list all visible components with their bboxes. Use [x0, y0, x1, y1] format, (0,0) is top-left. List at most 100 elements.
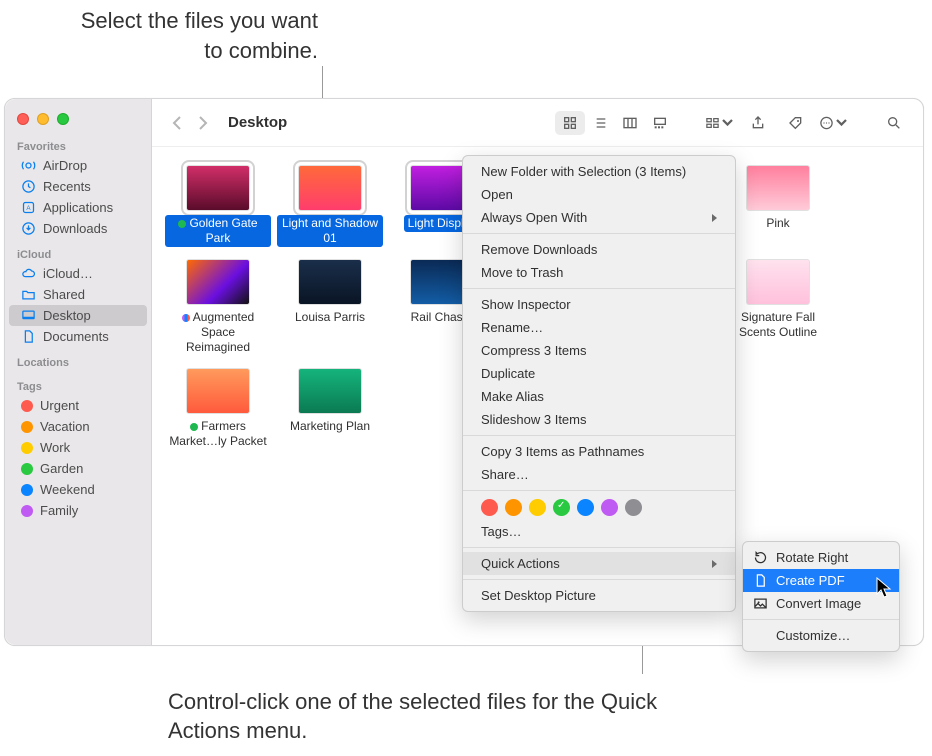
sidebar-item-airdrop[interactable]: AirDrop [9, 155, 147, 176]
desktop-icon [21, 308, 36, 323]
airdrop-icon [21, 158, 36, 173]
group-button[interactable] [705, 111, 735, 135]
sidebar-tag-family[interactable]: Family [9, 500, 147, 521]
main-area: Desktop Golden Gate Park [152, 99, 923, 645]
menu-separator [463, 233, 735, 234]
tag-color-gray[interactable] [625, 499, 642, 516]
icon-view-button[interactable] [555, 111, 585, 135]
file-item[interactable]: Golden Gate Park [162, 165, 274, 247]
submenu-item-customize[interactable]: Customize… [743, 624, 899, 647]
search-button[interactable] [879, 111, 909, 135]
sidebar-item-documents[interactable]: Documents [9, 326, 147, 347]
list-view-button[interactable] [585, 111, 615, 135]
menu-item-compress[interactable]: Compress 3 Items [463, 339, 735, 362]
callout-top: Select the files you want to combine. [68, 6, 318, 65]
menu-item-open[interactable]: Open [463, 183, 735, 206]
file-item[interactable]: Augmented Space Reimagined [162, 259, 274, 356]
sidebar-item-label: Vacation [40, 419, 90, 434]
sidebar-header-locations: Locations [5, 353, 151, 371]
tag-color-green[interactable] [553, 499, 570, 516]
menu-separator [463, 490, 735, 491]
tag-color-red[interactable] [481, 499, 498, 516]
sidebar-item-downloads[interactable]: Downloads [9, 218, 147, 239]
tag-color-yellow[interactable] [529, 499, 546, 516]
sidebar-item-label: iCloud… [43, 266, 93, 281]
back-button[interactable] [168, 114, 186, 132]
tag-dot-icon [190, 423, 198, 431]
file-item[interactable]: Louisa Parris [274, 259, 386, 326]
chevron-down-icon [720, 115, 735, 131]
minimize-window-button[interactable] [37, 113, 49, 125]
sidebar-item-desktop[interactable]: Desktop [9, 305, 147, 326]
sidebar-item-label: Weekend [40, 482, 95, 497]
sidebar-header-icloud: iCloud [5, 245, 151, 263]
column-view-button[interactable] [615, 111, 645, 135]
sidebar-item-shared[interactable]: Shared [9, 284, 147, 305]
menu-item-move-to-trash[interactable]: Move to Trash [463, 261, 735, 284]
menu-item-set-desktop-picture[interactable]: Set Desktop Picture [463, 584, 735, 607]
close-window-button[interactable] [17, 113, 29, 125]
sidebar-tag-garden[interactable]: Garden [9, 458, 147, 479]
toolbar: Desktop [152, 99, 923, 147]
sidebar-tag-weekend[interactable]: Weekend [9, 479, 147, 500]
folder-icon [21, 287, 36, 302]
sidebar-tag-work[interactable]: Work [9, 437, 147, 458]
menu-item-always-open-with[interactable]: Always Open With [463, 206, 735, 229]
menu-item-copy-pathnames[interactable]: Copy 3 Items as Pathnames [463, 440, 735, 463]
file-item[interactable]: Marketing Plan [274, 368, 386, 435]
zoom-window-button[interactable] [57, 113, 69, 125]
file-item[interactable]: Pink [722, 165, 834, 232]
tag-dot-icon [178, 220, 186, 228]
forward-button[interactable] [194, 114, 212, 132]
menu-item-rename[interactable]: Rename… [463, 316, 735, 339]
menu-separator [743, 619, 899, 620]
file-item[interactable]: Light and Shadow 01 [274, 165, 386, 247]
menu-item-show-inspector[interactable]: Show Inspector [463, 293, 735, 316]
tag-color-orange[interactable] [505, 499, 522, 516]
more-button[interactable] [819, 111, 849, 135]
menu-item-new-folder[interactable]: New Folder with Selection (3 Items) [463, 160, 735, 183]
sidebar-tag-vacation[interactable]: Vacation [9, 416, 147, 437]
tag-dot-icon [21, 505, 33, 517]
sidebar-header-tags: Tags [5, 377, 151, 395]
tag-dot-icon [21, 442, 33, 454]
tag-dot-icon [21, 421, 33, 433]
menu-separator [463, 288, 735, 289]
menu-separator [463, 435, 735, 436]
finder-window: Favorites AirDrop Recents A Applications… [4, 98, 924, 646]
file-label: Signature Fall Scents Outline [725, 309, 831, 341]
sidebar-tag-urgent[interactable]: Urgent [9, 395, 147, 416]
menu-item-remove-downloads[interactable]: Remove Downloads [463, 238, 735, 261]
file-thumbnail [298, 259, 362, 305]
gallery-view-button[interactable] [645, 111, 675, 135]
sidebar: Favorites AirDrop Recents A Applications… [5, 99, 152, 645]
tag-color-purple[interactable] [601, 499, 618, 516]
file-thumbnail [186, 259, 250, 305]
tag-dot-icon [182, 314, 190, 322]
file-label: Farmers Market…ly Packet [165, 418, 271, 450]
menu-item-tags[interactable]: Tags… [463, 520, 735, 543]
sidebar-item-recents[interactable]: Recents [9, 176, 147, 197]
sidebar-item-label: Family [40, 503, 78, 518]
tag-color-blue[interactable] [577, 499, 594, 516]
file-item[interactable]: Farmers Market…ly Packet [162, 368, 274, 450]
sidebar-item-applications[interactable]: A Applications [9, 197, 147, 218]
applications-icon: A [21, 200, 36, 215]
menu-item-quick-actions[interactable]: Quick Actions [463, 552, 735, 575]
menu-item-slideshow[interactable]: Slideshow 3 Items [463, 408, 735, 431]
clock-icon [21, 179, 36, 194]
file-label: Augmented Space Reimagined [165, 309, 271, 356]
menu-item-share[interactable]: Share… [463, 463, 735, 486]
sidebar-item-label: Applications [43, 200, 113, 215]
tags-button[interactable] [781, 111, 811, 135]
callout-bottom: Control-click one of the selected files … [168, 687, 698, 746]
sidebar-item-icloud-drive[interactable]: iCloud… [9, 263, 147, 284]
submenu-item-rotate-right[interactable]: Rotate Right [743, 546, 899, 569]
window-title: Desktop [228, 114, 287, 131]
tag-dot-icon [21, 400, 33, 412]
menu-item-duplicate[interactable]: Duplicate [463, 362, 735, 385]
file-item[interactable]: Signature Fall Scents Outline [722, 259, 834, 341]
share-button[interactable] [743, 111, 773, 135]
menu-item-make-alias[interactable]: Make Alias [463, 385, 735, 408]
image-icon [753, 596, 768, 611]
